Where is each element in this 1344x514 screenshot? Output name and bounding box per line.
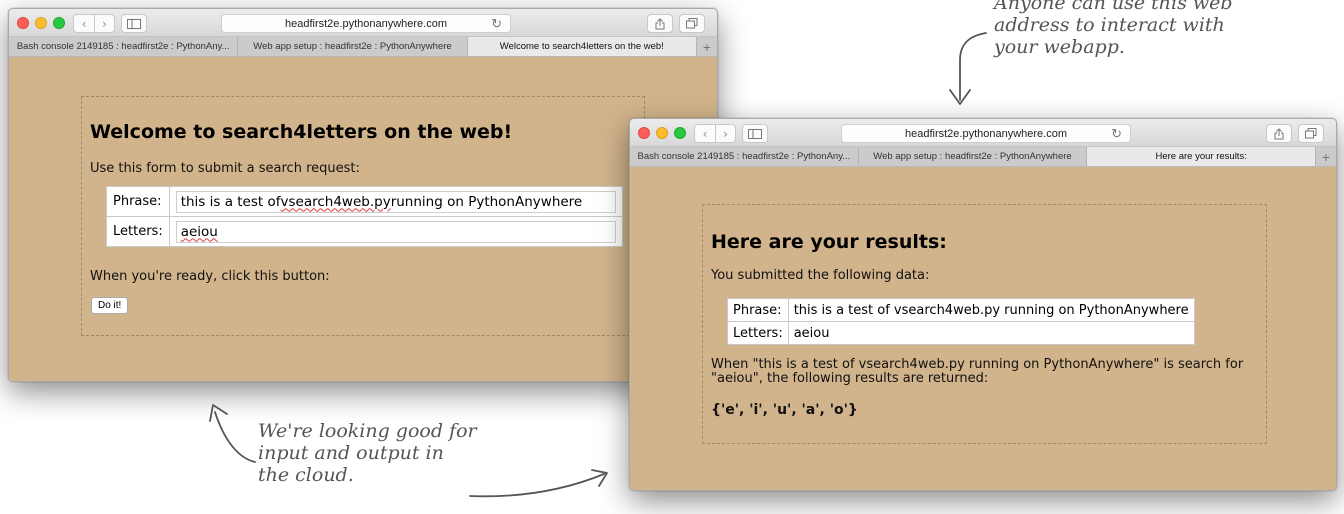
annotation-arrows (209, 32, 987, 498)
left-bracket-arrow (214, 411, 256, 463)
right-arrow (469, 473, 605, 498)
left-arrowhead (209, 404, 228, 422)
top-bracket-arrow (959, 32, 987, 101)
